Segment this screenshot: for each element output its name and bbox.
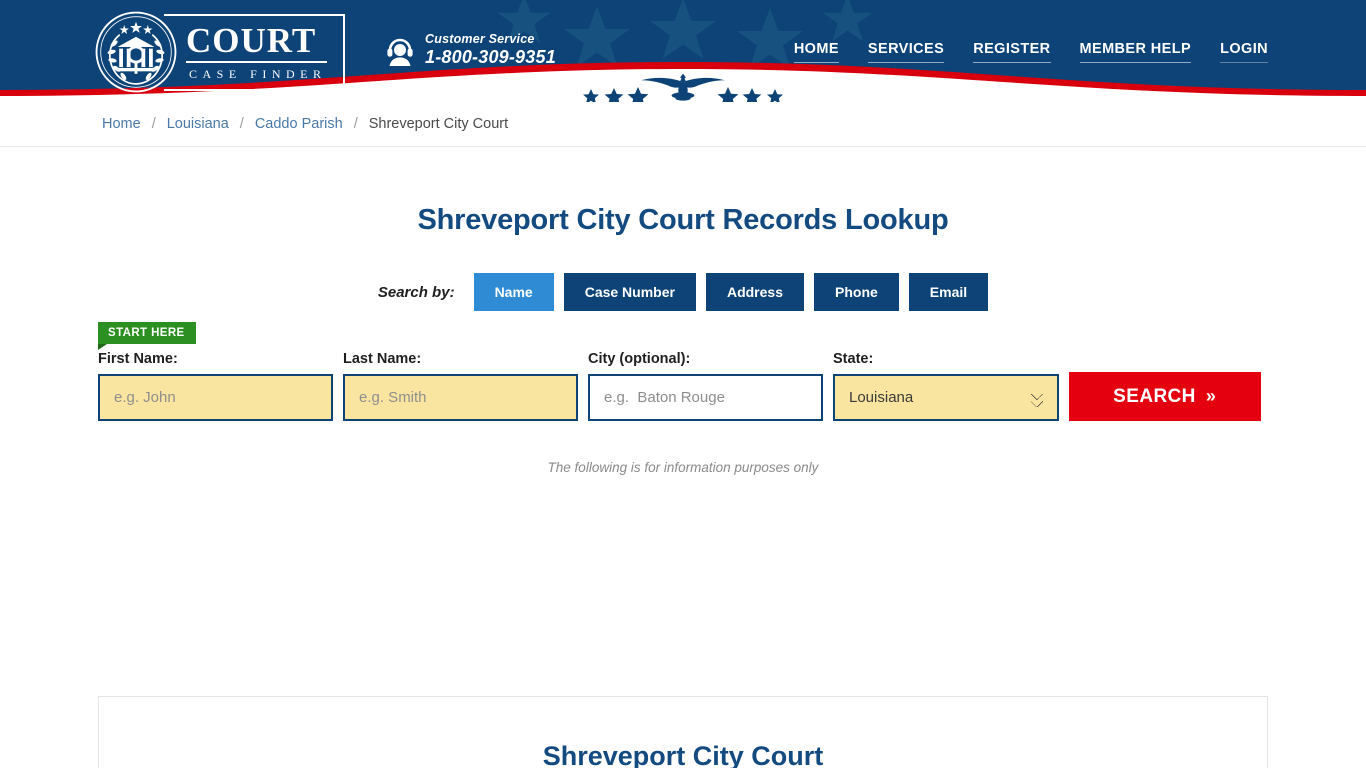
- court-details-card: Shreveport City Court Court T: [98, 696, 1268, 768]
- last-name-label: Last Name:: [343, 351, 422, 367]
- logo-wordmark: COURT CASE FINDER: [164, 13, 345, 91]
- breadcrumb-item-home[interactable]: Home: [102, 116, 141, 132]
- nav-member-help[interactable]: MEMBER HELP: [1079, 41, 1192, 63]
- first-name-field-group: First Name:: [98, 351, 333, 421]
- last-name-input[interactable]: [343, 374, 578, 421]
- tab-case-number[interactable]: Case Number: [563, 273, 696, 311]
- first-name-input[interactable]: [98, 374, 333, 421]
- breadcrumb-item-louisiana[interactable]: Louisiana: [167, 116, 229, 132]
- chevron-right-double-icon: »: [1205, 386, 1216, 406]
- breadcrumb-separator: /: [151, 116, 156, 132]
- start-here-badge: START HERE: [98, 322, 196, 350]
- logo-title: COURT: [186, 23, 327, 63]
- site-logo[interactable]: COURT CASE FINDER: [94, 10, 345, 94]
- first-name-label: First Name:: [98, 351, 178, 367]
- breadcrumb-separator: /: [239, 116, 244, 132]
- search-button-label: SEARCH: [1113, 385, 1196, 407]
- state-label: State:: [833, 351, 874, 367]
- headset-support-icon: [387, 38, 413, 66]
- page-title: Shreveport City Court Records Lookup: [417, 204, 949, 236]
- search-button[interactable]: SEARCH »: [1069, 372, 1261, 421]
- breadcrumb: Home / Louisiana / Caddo Parish / Shreve…: [102, 116, 508, 132]
- city-input[interactable]: [588, 374, 823, 421]
- nav-services[interactable]: SERVICES: [867, 41, 945, 63]
- disclaimer-text: The following is for information purpose…: [547, 460, 819, 475]
- state-field-group: State: Louisiana: [833, 351, 1059, 421]
- search-by-label: Search by:: [377, 283, 455, 301]
- logo-subtitle: CASE FINDER: [189, 66, 327, 81]
- city-field-group: City (optional):: [588, 351, 823, 421]
- breadcrumb-bar: Home / Louisiana / Caddo Parish / Shreve…: [0, 102, 1366, 147]
- court-name-title: Shreveport City Court: [542, 741, 824, 768]
- customer-service-block: Customer Service 1-800-309-9351: [384, 32, 556, 69]
- tab-phone[interactable]: Phone: [814, 273, 899, 311]
- breadcrumb-separator: /: [353, 116, 358, 132]
- tab-name[interactable]: Name: [473, 273, 554, 311]
- last-name-field-group: Last Name:: [343, 351, 578, 421]
- breadcrumb-item-caddo-parish[interactable]: Caddo Parish: [255, 116, 343, 132]
- nav-register[interactable]: REGISTER: [973, 41, 1051, 63]
- site-header: COURT CASE FINDER Customer Service 1-800…: [0, 0, 1366, 102]
- main-content: Shreveport City Court Records Lookup Sea…: [0, 204, 1366, 768]
- main-navigation: HOME SERVICES REGISTER MEMBER HELP LOGIN: [793, 41, 1268, 63]
- state-select[interactable]: Louisiana: [833, 374, 1059, 421]
- city-label: City (optional):: [588, 351, 691, 367]
- breadcrumb-item-current: Shreveport City Court: [368, 116, 509, 132]
- customer-service-label: Customer Service: [425, 32, 535, 46]
- tab-email[interactable]: Email: [908, 273, 989, 311]
- search-by-tabs: Search by: Name Case Number Address Phon…: [0, 273, 1366, 311]
- tab-address[interactable]: Address: [705, 273, 804, 311]
- nav-home[interactable]: HOME: [793, 41, 839, 63]
- customer-service-phone[interactable]: 1-800-309-9351: [425, 47, 556, 69]
- nav-login[interactable]: LOGIN: [1220, 41, 1268, 63]
